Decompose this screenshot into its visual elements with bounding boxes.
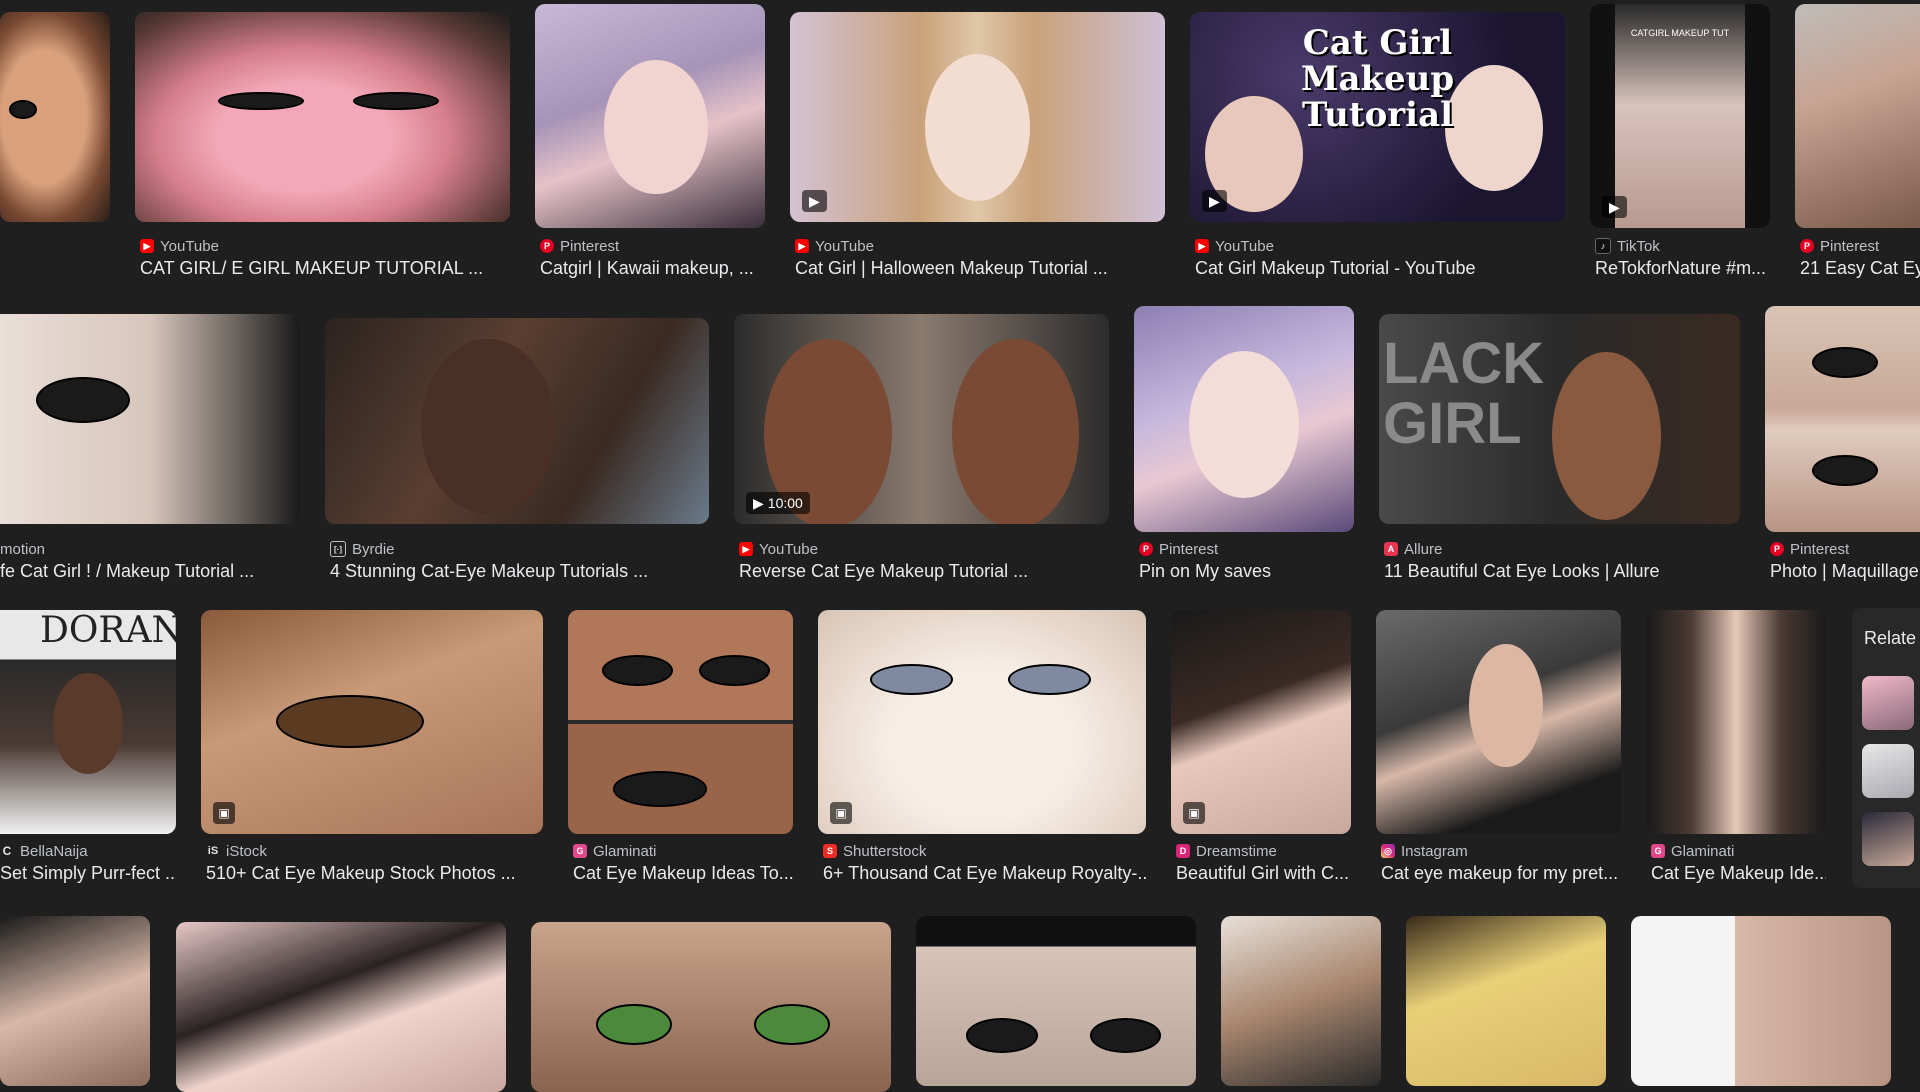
result-title[interactable]: Cat eye makeup for my pret... <box>1381 863 1621 887</box>
result-source: Byrdie <box>352 540 395 558</box>
result-thumbnail[interactable] <box>1795 4 1920 228</box>
result-source: TikTok <box>1617 237 1660 255</box>
result-thumbnail[interactable] <box>568 610 793 834</box>
result-title[interactable]: 510+ Cat Eye Makeup Stock Photos ... <box>206 863 541 887</box>
shutterstock-icon: S <box>823 844 837 858</box>
video-badge: ▶ <box>1602 196 1627 218</box>
related-searches-panel: Relate <box>1852 608 1920 888</box>
result-thumbnail[interactable] <box>0 314 300 524</box>
pinterest-icon: P <box>1139 542 1153 556</box>
result-title[interactable]: Photo | Maquillage <box>1770 561 1920 585</box>
result-thumbnail[interactable] <box>1406 916 1606 1086</box>
pinterest-icon: P <box>1800 239 1814 253</box>
result-title[interactable]: fe Cat Girl ! / Makeup Tutorial ... <box>0 561 295 585</box>
result-source: Pinterest <box>1820 237 1880 255</box>
result-title[interactable]: ReTokforNature #m... <box>1595 258 1770 282</box>
result-thumbnail[interactable] <box>135 12 510 222</box>
result-thumbnail[interactable] <box>1631 916 1891 1086</box>
thumbnail-overlay-text: LACK GIRL <box>1383 331 1545 456</box>
related-thumbnail[interactable] <box>1862 676 1914 730</box>
video-badge: ▶ <box>802 190 827 212</box>
result-title[interactable]: 21 Easy Cat Ey <box>1800 258 1920 282</box>
result-source: Dreamstime <box>1196 842 1277 860</box>
pinterest-icon: P <box>540 239 554 253</box>
video-badge: ▶ <box>1202 190 1227 212</box>
result-title[interactable]: Cat Eye Makeup Ideas To... <box>573 863 793 887</box>
result-source: motion <box>0 540 46 558</box>
result-thumbnail[interactable] <box>0 916 150 1086</box>
image-badge: ▣ <box>830 802 852 824</box>
tiktok-icon: ♪ <box>1595 238 1611 254</box>
result-title[interactable]: Cat Girl Makeup Tutorial - YouTube <box>1195 258 1565 282</box>
byrdie-icon: [·] <box>330 541 346 557</box>
result-source: Glaminati <box>593 842 657 860</box>
youtube-icon: ▶ <box>1195 239 1209 253</box>
result-source: Glaminati <box>1671 842 1735 860</box>
result-title[interactable]: Cat Eye Makeup Ide... <box>1651 863 1826 887</box>
result-source: Pinterest <box>1790 540 1850 558</box>
result-thumbnail[interactable] <box>325 318 709 524</box>
result-source: YouTube <box>759 540 818 558</box>
glaminati-icon: G <box>573 844 587 858</box>
result-source: YouTube <box>1215 237 1274 255</box>
result-source: Shutterstock <box>843 842 927 860</box>
result-thumbnail[interactable] <box>1646 610 1826 834</box>
result-source: BellaNaija <box>20 842 88 860</box>
result-thumbnail[interactable]: CATGIRL MAKEUP TUT ▶ <box>1590 4 1770 228</box>
result-title[interactable]: CAT GIRL/ E GIRL MAKEUP TUTORIAL ... <box>140 258 510 282</box>
related-thumbnail[interactable] <box>1862 812 1914 866</box>
result-source: YouTube <box>160 237 219 255</box>
result-thumbnail[interactable] <box>1221 916 1381 1086</box>
related-thumbnail[interactable] <box>1862 744 1914 798</box>
result-title[interactable]: Beautiful Girl with C... <box>1176 863 1351 887</box>
related-header: Relate <box>1864 628 1917 648</box>
result-title[interactable]: 11 Beautiful Cat Eye Looks | Allure <box>1384 561 1739 585</box>
thumbnail-overlay-text: DORAN <box>40 610 176 651</box>
youtube-icon: ▶ <box>140 239 154 253</box>
pinterest-icon: P <box>1770 542 1784 556</box>
result-thumbnail[interactable] <box>531 922 891 1092</box>
result-thumbnail[interactable] <box>1765 306 1920 532</box>
thumbnail-overlay-text: CATGIRL MAKEUP TUT <box>1630 28 1730 38</box>
result-thumbnail[interactable] <box>1376 610 1621 834</box>
result-source: iStock <box>226 842 267 860</box>
result-thumbnail[interactable]: ▣ <box>1171 610 1351 834</box>
result-source: Pinterest <box>560 237 620 255</box>
result-title[interactable]: 4 Stunning Cat-Eye Makeup Tutorials ... <box>330 561 710 585</box>
istock-icon: iS <box>207 845 219 857</box>
result-thumbnail[interactable] <box>0 12 110 222</box>
result-thumbnail[interactable]: ▶ 10:00 <box>734 314 1109 524</box>
result-source: Pinterest <box>1159 540 1219 558</box>
result-source: YouTube <box>815 237 874 255</box>
dreamstime-icon: D <box>1176 844 1190 858</box>
result-source: Instagram <box>1401 842 1468 860</box>
instagram-icon: ◎ <box>1381 844 1395 858</box>
glaminati-icon: G <box>1651 844 1665 858</box>
video-duration-badge: ▶ 10:00 <box>746 492 810 514</box>
result-title[interactable]: Catgirl | Kawaii makeup, ... <box>540 258 765 282</box>
result-title[interactable]: Cat Girl | Halloween Makeup Tutorial ... <box>795 258 1165 282</box>
result-thumbnail[interactable] <box>176 922 506 1092</box>
result-thumbnail[interactable]: Cat Girl Makeup Tutorial ▶ <box>1190 12 1565 222</box>
result-thumbnail[interactable] <box>916 916 1196 1086</box>
result-thumbnail[interactable]: ▣ <box>818 610 1146 834</box>
bellanaija-icon: C <box>2 844 12 858</box>
youtube-icon: ▶ <box>795 239 809 253</box>
result-thumbnail[interactable] <box>1134 306 1354 532</box>
result-thumbnail[interactable]: DORAN <box>0 610 176 834</box>
result-title[interactable]: Reverse Cat Eye Makeup Tutorial ... <box>739 561 1109 585</box>
image-badge: ▣ <box>213 802 235 824</box>
result-title[interactable]: Set Simply Purr-fect ... <box>0 863 175 887</box>
result-thumbnail[interactable] <box>535 4 765 228</box>
youtube-icon: ▶ <box>739 542 753 556</box>
result-source: Allure <box>1404 540 1443 558</box>
thumbnail-overlay-text: Cat Girl Makeup Tutorial <box>1300 22 1455 135</box>
result-title[interactable]: 6+ Thousand Cat Eye Makeup Royalty-... <box>823 863 1146 887</box>
result-thumbnail[interactable]: LACK GIRL <box>1379 314 1740 524</box>
allure-icon: A <box>1384 542 1398 556</box>
result-thumbnail[interactable]: ▶ <box>790 12 1165 222</box>
result-thumbnail[interactable]: ▣ <box>201 610 543 834</box>
result-title[interactable]: Pin on My saves <box>1139 561 1354 585</box>
image-badge: ▣ <box>1183 802 1205 824</box>
